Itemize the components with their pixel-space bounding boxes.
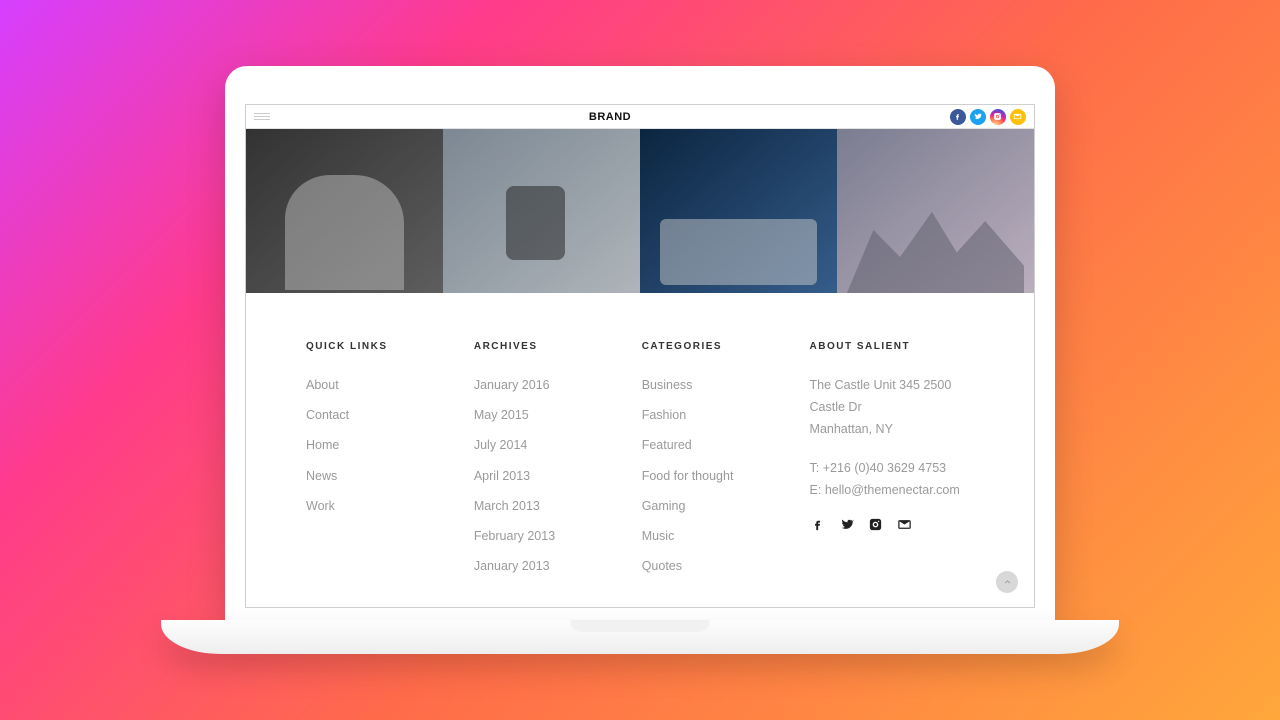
image-strip [246, 129, 1034, 293]
footer-heading: ARCHIVES [474, 341, 596, 352]
image-thumb[interactable] [640, 129, 837, 293]
brand-logo[interactable]: BRAND [589, 111, 631, 123]
facebook-icon[interactable] [810, 517, 825, 537]
laptop-mockup: BRAND QUICK LINKS About Contact [225, 66, 1055, 654]
instagram-icon[interactable] [868, 517, 883, 537]
footer-link[interactable]: February 2013 [474, 527, 596, 545]
footer-archives: ARCHIVES January 2016 May 2015 July 2014… [474, 341, 596, 587]
footer-link[interactable]: March 2013 [474, 497, 596, 515]
footer-heading: CATEGORIES [642, 341, 764, 352]
image-thumb[interactable] [443, 129, 640, 293]
app-screen: BRAND QUICK LINKS About Contact [245, 104, 1035, 608]
footer-social [810, 517, 974, 537]
footer-link[interactable]: Business [642, 376, 764, 394]
footer-quicklinks: QUICK LINKS About Contact Home News Work [306, 341, 428, 587]
laptop-base [161, 620, 1119, 654]
facebook-icon[interactable] [950, 109, 966, 125]
footer-link[interactable]: July 2014 [474, 436, 596, 454]
footer-link[interactable]: January 2016 [474, 376, 596, 394]
footer-link[interactable]: May 2015 [474, 406, 596, 424]
footer-link[interactable]: Food for thought [642, 467, 764, 485]
footer-about: ABOUT SALIENT The Castle Unit 345 2500 C… [810, 341, 974, 587]
image-thumb[interactable] [837, 129, 1034, 293]
footer-link[interactable]: Music [642, 527, 764, 545]
scroll-to-top-button[interactable] [996, 571, 1018, 593]
footer-heading: QUICK LINKS [306, 341, 428, 352]
email-icon[interactable] [1010, 109, 1026, 125]
laptop-lid: BRAND QUICK LINKS About Contact [225, 66, 1055, 620]
topbar: BRAND [246, 105, 1034, 129]
footer-link[interactable]: Contact [306, 406, 428, 424]
footer-heading: ABOUT SALIENT [810, 341, 974, 352]
email-line: E: hello@themenectar.com [810, 481, 974, 499]
footer-link[interactable]: April 2013 [474, 467, 596, 485]
footer-link[interactable]: Quotes [642, 557, 764, 575]
footer: QUICK LINKS About Contact Home News Work… [246, 293, 1034, 607]
address-line: Castle Dr [810, 398, 974, 416]
footer-link[interactable]: Gaming [642, 497, 764, 515]
topbar-social [950, 109, 1026, 125]
footer-link[interactable]: News [306, 467, 428, 485]
phone-line: T: +216 (0)40 3629 4753 [810, 459, 974, 477]
footer-link[interactable]: Featured [642, 436, 764, 454]
twitter-icon[interactable] [839, 517, 854, 537]
footer-link[interactable]: About [306, 376, 428, 394]
footer-link[interactable]: Fashion [642, 406, 764, 424]
address-line: The Castle Unit 345 2500 [810, 376, 974, 394]
instagram-icon[interactable] [990, 109, 1006, 125]
email-icon[interactable] [897, 517, 912, 537]
hamburger-menu-button[interactable] [254, 109, 270, 125]
twitter-icon[interactable] [970, 109, 986, 125]
footer-link[interactable]: Home [306, 436, 428, 454]
footer-link[interactable]: January 2013 [474, 557, 596, 575]
image-thumb[interactable] [246, 129, 443, 293]
footer-categories: CATEGORIES Business Fashion Featured Foo… [642, 341, 764, 587]
footer-link[interactable]: Work [306, 497, 428, 515]
address-line: Manhattan, NY [810, 420, 974, 438]
